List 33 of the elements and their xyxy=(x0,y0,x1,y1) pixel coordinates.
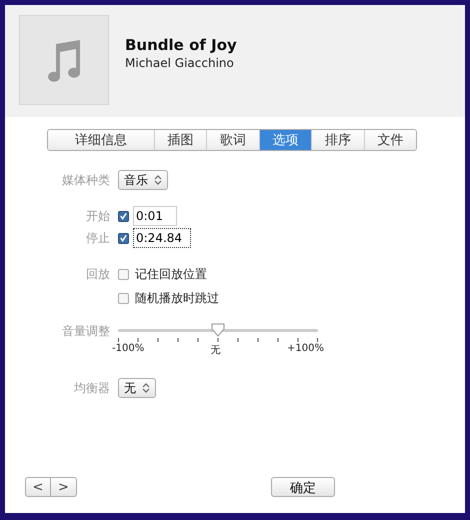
tab[interactable]: 插图 xyxy=(154,130,206,150)
tab[interactable]: 详细信息 xyxy=(48,130,154,150)
checkbox[interactable] xyxy=(118,268,129,280)
stop-time-field[interactable]: 0:24.84 xyxy=(133,228,191,248)
checkbox[interactable] xyxy=(118,210,129,222)
scale-label: +100% xyxy=(287,343,324,356)
ok-button[interactable]: 确定 xyxy=(271,477,335,497)
stepper-icon xyxy=(142,382,150,394)
field-label: 媒体种类 xyxy=(61,172,111,188)
tab[interactable]: 文件 xyxy=(364,130,416,150)
scale-label: 无 xyxy=(210,344,221,357)
slider-thumb[interactable] xyxy=(211,323,225,337)
media-kind-select[interactable]: 音乐 xyxy=(118,170,168,190)
next-button[interactable]: > xyxy=(51,477,77,497)
artist-name: Michael Giacchino xyxy=(125,56,235,70)
field-label: 开始 xyxy=(85,208,111,224)
track-title: Bundle of Joy xyxy=(125,36,237,54)
field-label: 均衡器 xyxy=(73,380,111,396)
checkbox[interactable] xyxy=(118,292,129,304)
previous-button[interactable]: < xyxy=(25,477,51,497)
scale-label: -100% xyxy=(112,343,144,356)
tab[interactable]: 选项 xyxy=(258,130,311,150)
checkbox[interactable] xyxy=(118,232,129,244)
field-label: 回放 xyxy=(85,266,111,282)
stepper-icon xyxy=(154,174,162,186)
tab[interactable]: 歌词 xyxy=(206,130,258,150)
checkbox-label: 记住回放位置 xyxy=(135,266,207,282)
field-label: 停止 xyxy=(85,230,111,246)
checkbox-label: 随机播放时跳过 xyxy=(135,290,219,306)
field-label: 音量调整 xyxy=(61,323,111,340)
start-time-field[interactable]: 0:01 xyxy=(133,206,177,226)
equalizer-select[interactable]: 无 xyxy=(118,378,156,398)
tab[interactable]: 排序 xyxy=(311,130,364,150)
